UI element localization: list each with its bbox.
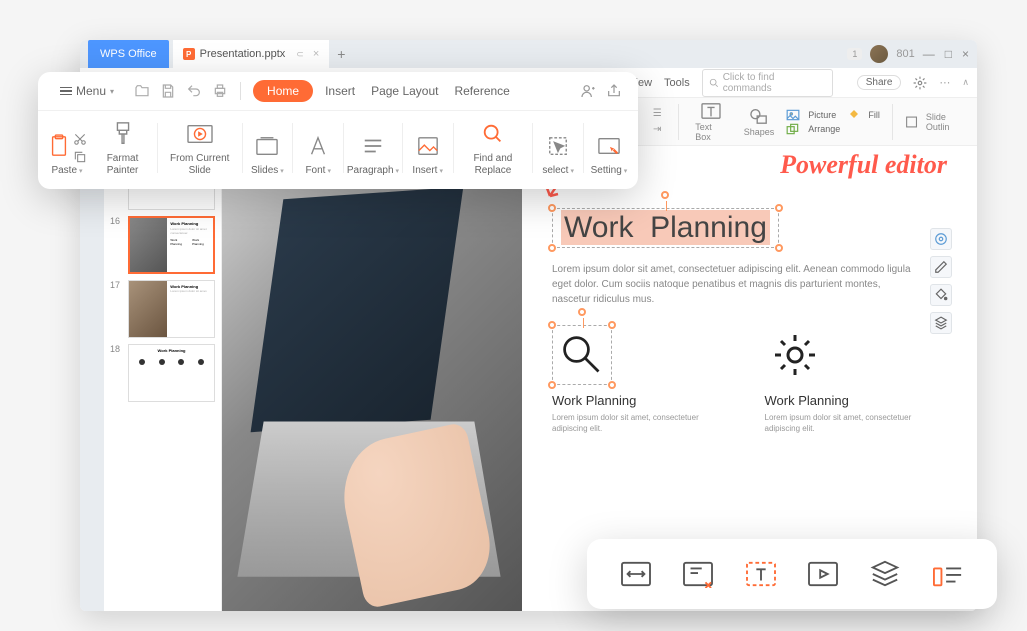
textbox-select-icon[interactable] [742,555,780,593]
play-icon[interactable] [804,555,842,593]
titlebar: WPS Office P Presentation.pptx ⊂ × + 1 8… [80,40,977,68]
tab-app[interactable]: WPS Office [88,40,169,68]
tab-document[interactable]: P Presentation.pptx ⊂ × [173,40,330,68]
magnifier-icon[interactable] [552,325,612,385]
maximize-icon[interactable]: □ [945,47,952,61]
more-icon[interactable]: ⋯ [939,76,950,89]
body-text[interactable]: Lorem ipsum dolor sit amet, consectetuer… [552,262,912,307]
hamburger-icon [60,87,72,96]
slide-outline-button[interactable]: Slide Outlin [905,112,969,132]
layers-icon[interactable] [866,555,904,593]
add-user-icon[interactable] [580,83,596,99]
picture-button[interactable]: Picture [786,109,840,121]
align-objects-icon[interactable] [929,555,967,593]
presentation-icon: P [183,48,195,60]
find-replace-button[interactable]: Find and Replace [455,119,530,177]
collapse-icon[interactable]: ∧ [962,77,969,88]
edit-button[interactable] [930,256,952,278]
cut-icon[interactable] [73,132,87,146]
col1-title[interactable]: Work Planning [552,393,735,408]
fill-button-ctx[interactable] [930,284,952,306]
col1-body[interactable]: Lorem ipsum dolor sit amet, consectetuer… [552,412,735,434]
search-placeholder: Click to find commands [723,72,826,94]
settings-icon[interactable] [913,76,927,90]
command-search[interactable]: Click to find commands [702,69,833,97]
fill-button[interactable]: Fill [848,109,880,121]
thumbnail-18[interactable]: 18 Work Planning [110,344,215,402]
shapes-button[interactable]: Shapes [740,107,779,137]
paste-button[interactable]: Paste▾ [44,119,90,177]
print-icon[interactable] [212,83,228,99]
resize-handle-nw[interactable] [548,204,556,212]
tab-page-layout[interactable]: Page Layout [367,80,442,102]
slide-exit-icon[interactable] [679,555,717,593]
thumbnail-17[interactable]: 17 Work PlanningLorem ipsum dolor sit am… [110,280,215,338]
document-name: Presentation.pptx [200,48,286,60]
column-1: Work Planning Lorem ipsum dolor sit amet… [552,325,735,434]
slide-image [222,146,522,611]
col2-body[interactable]: Lorem ipsum dolor sit amet, consectetuer… [765,412,948,434]
floating-bottom-toolbar [587,539,997,609]
context-toolbar [930,228,952,334]
arrange-button[interactable]: Arrange [786,123,840,135]
col2-title[interactable]: Work Planning [765,393,948,408]
tab-insert[interactable]: Insert [321,80,359,102]
resize-handle[interactable] [548,381,556,389]
new-tab-button[interactable]: + [337,46,345,62]
title-textbox[interactable]: Work Planning [552,208,779,248]
resize-handle[interactable] [608,321,616,329]
thumbnail-rail [80,146,104,611]
tab-close-icon[interactable]: × [313,48,319,60]
floating-ribbon: Menu ▾ Home Insert Page Layout Reference [38,72,638,189]
share-button[interactable]: Share [857,75,902,90]
insert-button[interactable]: Insert▾ [405,119,451,177]
fit-width-icon[interactable] [617,555,655,593]
tab-home[interactable]: Home [253,80,313,102]
slides-button[interactable]: Slides▾ [244,119,290,177]
copy-icon[interactable] [73,150,87,164]
minimize-icon[interactable]: — [923,47,935,61]
indent-icon[interactable]: ⇥ [648,123,666,137]
resize-handle-ne[interactable] [775,204,783,212]
layers-button[interactable] [930,312,952,334]
save-icon[interactable] [160,83,176,99]
rotate-handle-col[interactable] [578,308,586,316]
open-icon[interactable] [134,83,150,99]
select-button[interactable]: select▾ [535,119,581,177]
share-icon[interactable] [606,83,622,99]
rotate-handle[interactable] [661,191,669,199]
from-current-slide-button[interactable]: From Current Slide [160,119,240,177]
align-right-icon[interactable]: ☰ [648,107,666,121]
resize-handle[interactable] [608,381,616,389]
thumbnail-16[interactable]: 16 Work Planning Lorem ipsum dolor sit a… [110,216,215,274]
format-painter-button[interactable]: Farmat Painter [90,119,155,177]
gear-icon[interactable] [765,325,825,385]
textbox-button[interactable]: Text Box [691,102,732,142]
callout-annotation: Powerful editor [780,150,947,180]
menu-tools[interactable]: Tools [664,77,690,89]
close-window-icon[interactable]: × [962,47,969,61]
resize-handle-sw[interactable] [548,244,556,252]
font-button[interactable]: Font▾ [295,119,341,177]
slide-thumbnails: 15 Work Planning P 16 Work Planning Lore… [104,146,222,611]
broadcast-icon[interactable]: ⊂ [296,49,304,60]
avatar[interactable] [870,45,888,63]
setting-button[interactable]: Setting▾ [586,119,632,177]
undo-icon[interactable] [186,83,202,99]
paragraph-button[interactable]: Paragraph▾ [346,119,400,177]
resize-handle-se[interactable] [775,244,783,252]
notification-badge[interactable]: 1 [847,48,862,60]
column-2: Work Planning Lorem ipsum dolor sit amet… [765,325,948,434]
menu-button[interactable]: Menu ▾ [54,80,120,102]
tab-reference[interactable]: Reference [450,80,513,102]
user-count: 801 [896,48,914,60]
resize-handle[interactable] [548,321,556,329]
ai-button[interactable] [930,228,952,250]
